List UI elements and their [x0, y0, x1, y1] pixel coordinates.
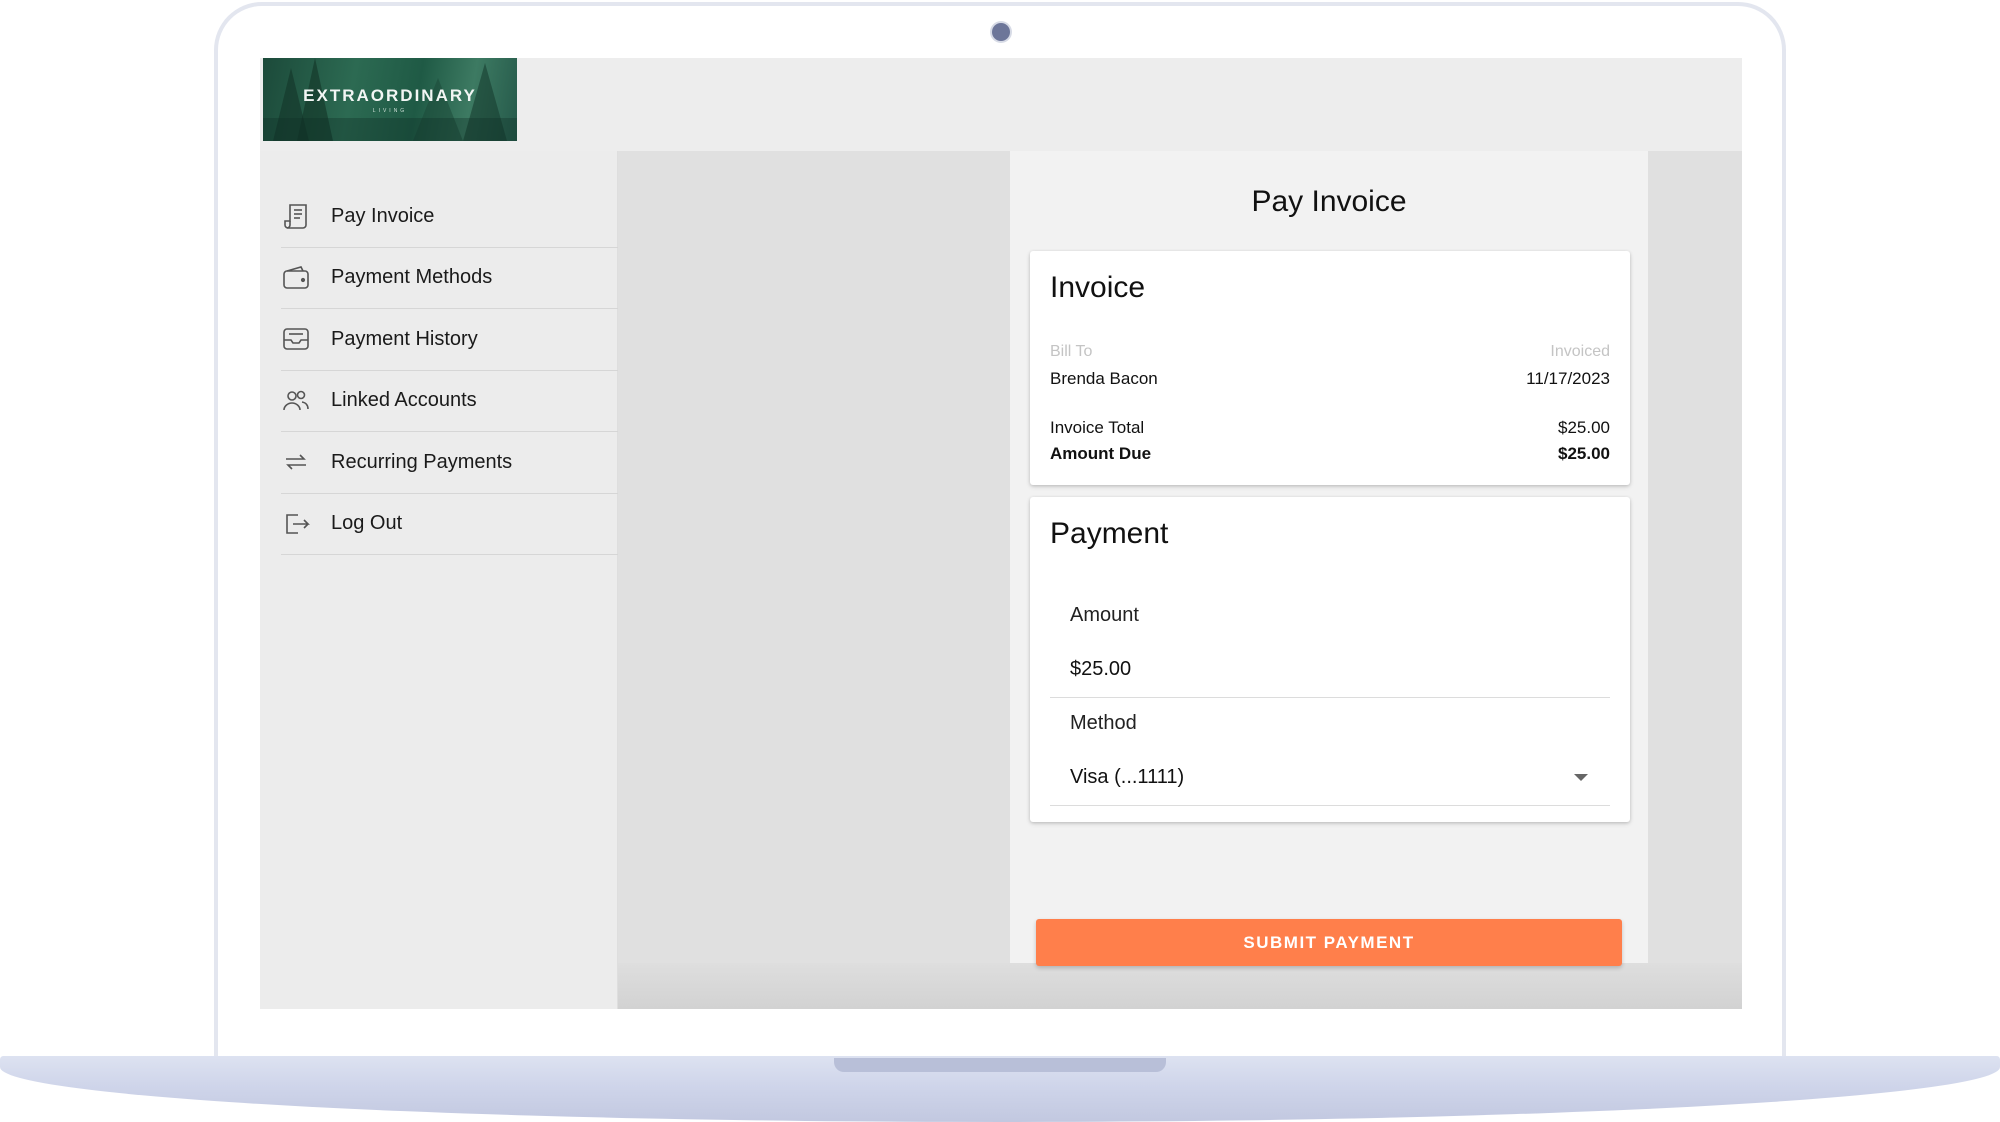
sidebar-item-linked-accounts[interactable]: Linked Accounts: [281, 371, 618, 432]
laptop-hinge-notch: [834, 1058, 1166, 1072]
sidebar-item-label: Pay Invoice: [331, 204, 435, 227]
submit-payment-button[interactable]: SUBMIT PAYMENT: [1036, 919, 1622, 966]
invoice-total-value: $25.00: [1558, 418, 1610, 437]
invoice-card: Invoice Bill To Invoiced Brenda Bacon 11…: [1030, 251, 1630, 485]
dropdown-arrow-icon[interactable]: [1574, 774, 1588, 781]
method-selected-value[interactable]: Visa (...1111): [1070, 766, 1184, 789]
inbox-icon: [281, 324, 311, 354]
logo-text: EXTRAORDINARY: [303, 85, 477, 105]
amount-label: Amount: [1070, 604, 1139, 626]
sidebar-item-label: Payment History: [331, 327, 478, 350]
sidebar-item-payment-methods[interactable]: Payment Methods: [281, 248, 618, 309]
sidebar-item-log-out[interactable]: Log Out: [281, 494, 618, 555]
receipt-icon: [281, 201, 311, 231]
invoice-total-label: Invoice Total: [1050, 418, 1145, 437]
amount-field[interactable]: Amount $25.00: [1050, 592, 1610, 698]
sidebar-item-label: Payment Methods: [331, 266, 493, 289]
pay-invoice-panel: Pay Invoice Invoice Bill To Invoiced Bre…: [1010, 151, 1648, 966]
app-screen: EXTRAORDINARY LIVING Pay Invoice Payment…: [260, 58, 1742, 1009]
sidebar-item-recurring-payments[interactable]: Recurring Payments: [281, 432, 618, 494]
invoiced-label: Invoiced: [1550, 343, 1610, 360]
content-gutter-right: [1648, 151, 1742, 1009]
logo-subtext: LIVING: [372, 107, 408, 114]
payment-card: Payment Amount $25.00 Method Visa (...11…: [1030, 497, 1630, 822]
top-bar: EXTRAORDINARY LIVING: [260, 58, 1742, 151]
invoice-card-title: Invoice: [1050, 271, 1146, 304]
users-icon: [281, 386, 311, 416]
method-select[interactable]: Method Visa (...1111): [1050, 700, 1610, 806]
bill-to-name: Brenda Bacon: [1050, 369, 1158, 388]
payment-card-title: Payment: [1050, 517, 1169, 550]
sidebar-item-label: Log Out: [331, 512, 403, 535]
brand-logo[interactable]: EXTRAORDINARY LIVING: [263, 58, 517, 141]
page-title: Pay Invoice: [1251, 185, 1407, 218]
sidebar-item-label: Linked Accounts: [331, 389, 477, 412]
method-label: Method: [1070, 712, 1137, 734]
repeat-icon: [281, 447, 311, 477]
sidebar: Pay Invoice Payment Methods Payment Hist…: [260, 151, 618, 1009]
wallet-icon: [281, 263, 311, 293]
sidebar-item-payment-history[interactable]: Payment History: [281, 309, 618, 371]
invoice-total-row: Invoice Total $25.00: [1050, 418, 1610, 438]
bill-to-label: Bill To: [1050, 343, 1093, 360]
content-bottom: [618, 963, 1742, 1009]
sidebar-item-pay-invoice[interactable]: Pay Invoice: [281, 186, 618, 248]
invoiced-date: 11/17/2023: [1526, 369, 1610, 388]
content-gutter-left: [618, 151, 1010, 1009]
amount-due-row: Amount Due $25.00: [1050, 444, 1610, 464]
sidebar-item-label: Recurring Payments: [331, 450, 513, 473]
invoice-meta-values: Brenda Bacon 11/17/2023: [1050, 369, 1610, 389]
amount-due-value: $25.00: [1558, 444, 1610, 463]
amount-due-label: Amount Due: [1050, 444, 1152, 463]
sidebar-nav: Pay Invoice Payment Methods Payment Hist…: [281, 186, 618, 555]
camera-dot: [992, 23, 1010, 41]
logout-icon: [281, 509, 311, 539]
invoice-meta-labels: Bill To Invoiced: [1050, 343, 1610, 361]
amount-input[interactable]: $25.00: [1070, 658, 1131, 681]
